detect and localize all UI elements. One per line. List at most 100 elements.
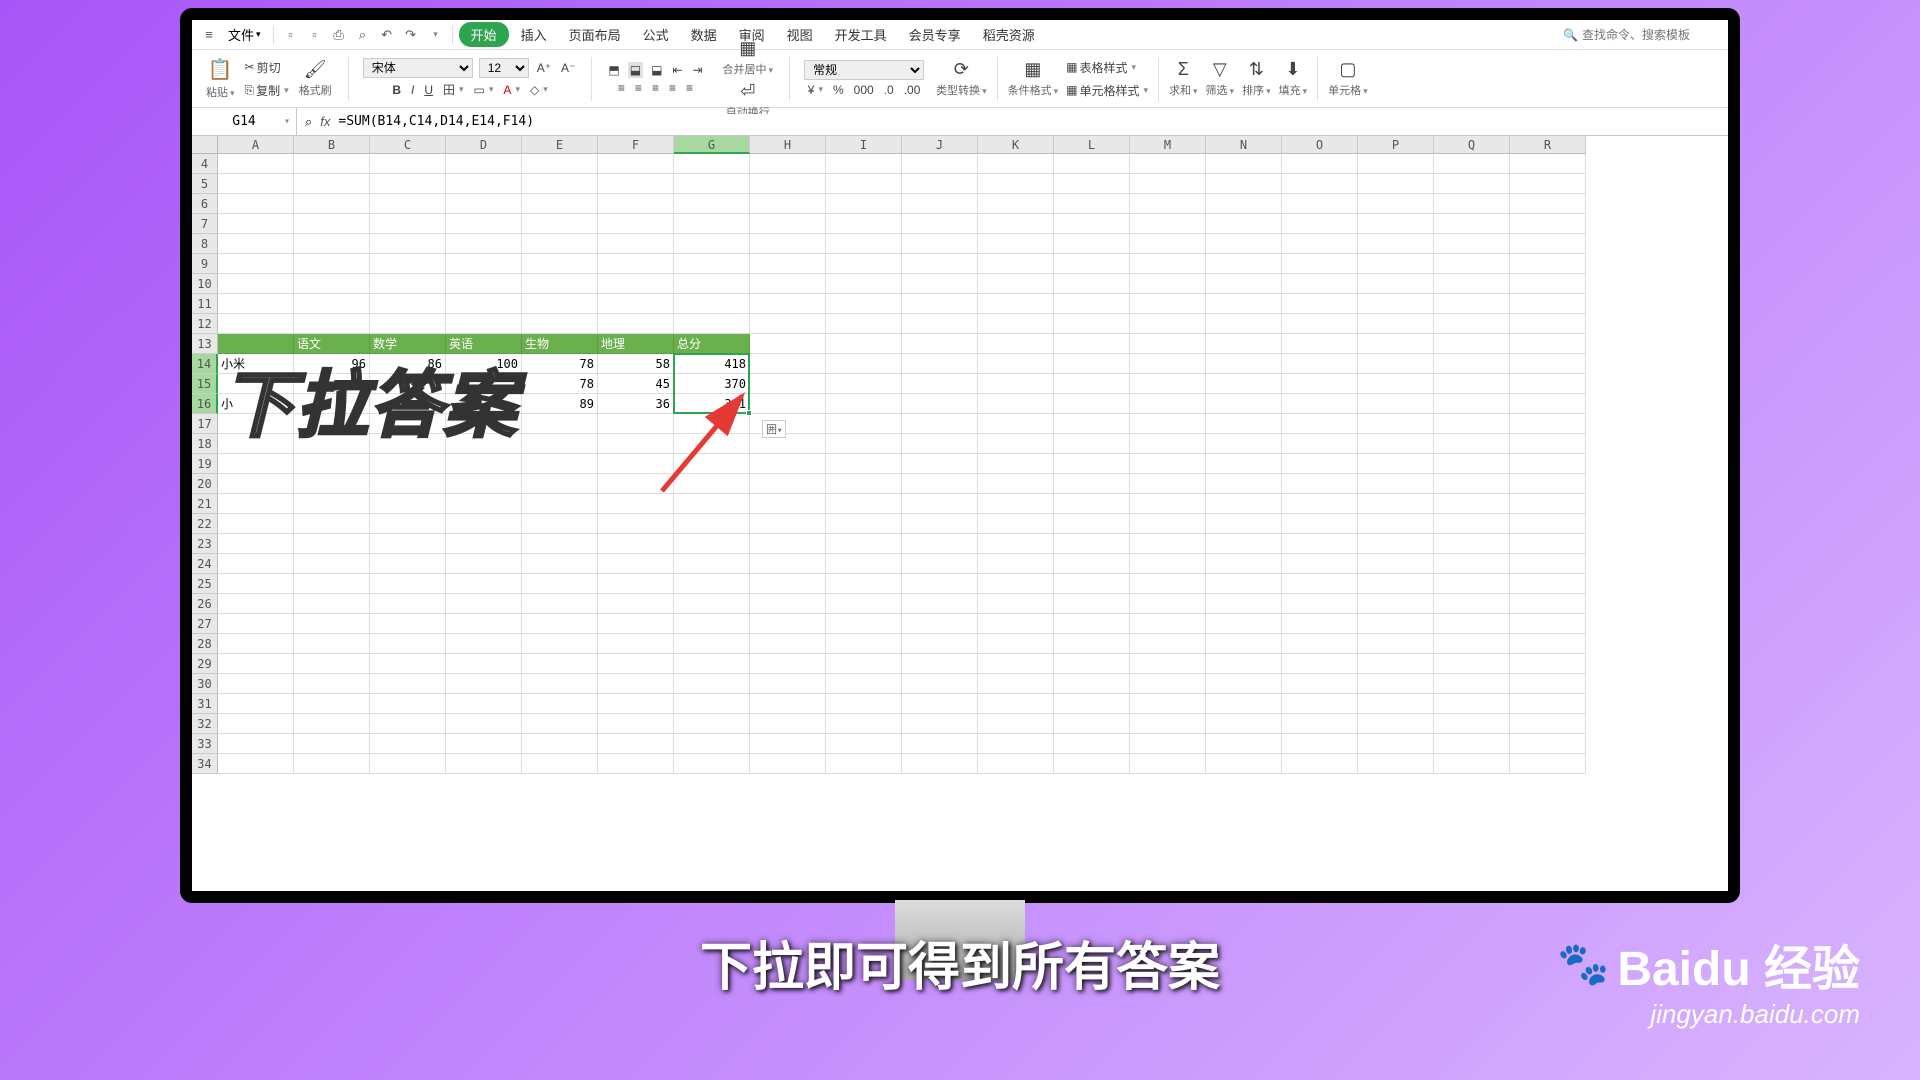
cell-R13[interactable] xyxy=(1510,334,1586,354)
col-header-E[interactable]: E xyxy=(522,136,598,154)
cell-Q20[interactable] xyxy=(1434,474,1510,494)
cell-G13[interactable]: 总分 xyxy=(674,334,750,354)
name-box[interactable]: G14 xyxy=(192,108,297,135)
col-header-H[interactable]: H xyxy=(750,136,826,154)
cell-F6[interactable] xyxy=(598,194,674,214)
cell-Q16[interactable] xyxy=(1434,394,1510,414)
cell-N26[interactable] xyxy=(1206,594,1282,614)
cell-N27[interactable] xyxy=(1206,614,1282,634)
cell-R14[interactable] xyxy=(1510,354,1586,374)
cell-O22[interactable] xyxy=(1282,514,1358,534)
paste-button[interactable]: 📋 粘贴 xyxy=(204,56,237,101)
cell-G24[interactable] xyxy=(674,554,750,574)
cell-I4[interactable] xyxy=(826,154,902,174)
cell-O11[interactable] xyxy=(1282,294,1358,314)
cell-J5[interactable] xyxy=(902,174,978,194)
cell-E6[interactable] xyxy=(522,194,598,214)
cell-J13[interactable] xyxy=(902,334,978,354)
col-header-A[interactable]: A xyxy=(218,136,294,154)
cell-R5[interactable] xyxy=(1510,174,1586,194)
col-header-C[interactable]: C xyxy=(370,136,446,154)
file-menu[interactable]: 文件▾ xyxy=(222,23,267,46)
cell-A26[interactable] xyxy=(218,594,294,614)
cell-B9[interactable] xyxy=(294,254,370,274)
cell-J33[interactable] xyxy=(902,734,978,754)
cell-P8[interactable] xyxy=(1358,234,1434,254)
cell-I7[interactable] xyxy=(826,214,902,234)
cell-J20[interactable] xyxy=(902,474,978,494)
cell-L17[interactable] xyxy=(1054,414,1130,434)
cell-F21[interactable] xyxy=(598,494,674,514)
cell-B7[interactable] xyxy=(294,214,370,234)
fill-button[interactable]: ⬇ 填充 xyxy=(1277,58,1310,99)
cell-M15[interactable] xyxy=(1130,374,1206,394)
cell-P29[interactable] xyxy=(1358,654,1434,674)
distribute-button[interactable]: ≡ xyxy=(684,80,695,96)
cell-E5[interactable] xyxy=(522,174,598,194)
cell-A28[interactable] xyxy=(218,634,294,654)
cell-K6[interactable] xyxy=(978,194,1054,214)
cell-Q25[interactable] xyxy=(1434,574,1510,594)
autofill-options-button[interactable]: 囲▾ xyxy=(762,420,786,438)
cell-B21[interactable] xyxy=(294,494,370,514)
cell-A20[interactable] xyxy=(218,474,294,494)
cell-B5[interactable] xyxy=(294,174,370,194)
cell-E28[interactable] xyxy=(522,634,598,654)
thousands-button[interactable]: 000 xyxy=(852,82,876,98)
cell-O7[interactable] xyxy=(1282,214,1358,234)
cell-G12[interactable] xyxy=(674,314,750,334)
cell-P31[interactable] xyxy=(1358,694,1434,714)
row-header-24[interactable]: 24 xyxy=(192,554,218,574)
cell-H9[interactable] xyxy=(750,254,826,274)
cell-K24[interactable] xyxy=(978,554,1054,574)
cell-P21[interactable] xyxy=(1358,494,1434,514)
cell-L7[interactable] xyxy=(1054,214,1130,234)
row-header-26[interactable]: 26 xyxy=(192,594,218,614)
col-header-B[interactable]: B xyxy=(294,136,370,154)
cell-P28[interactable] xyxy=(1358,634,1434,654)
row-header-18[interactable]: 18 xyxy=(192,434,218,454)
cell-J4[interactable] xyxy=(902,154,978,174)
cell-P17[interactable] xyxy=(1358,414,1434,434)
align-bottom-button[interactable]: ⬓ xyxy=(649,62,664,78)
cell-O33[interactable] xyxy=(1282,734,1358,754)
cell-O12[interactable] xyxy=(1282,314,1358,334)
cell-J10[interactable] xyxy=(902,274,978,294)
cell-B19[interactable] xyxy=(294,454,370,474)
cell-H4[interactable] xyxy=(750,154,826,174)
cell-K8[interactable] xyxy=(978,234,1054,254)
cell-I17[interactable] xyxy=(826,414,902,434)
cell-L21[interactable] xyxy=(1054,494,1130,514)
cell-B27[interactable] xyxy=(294,614,370,634)
align-center-button[interactable]: ≡ xyxy=(633,80,644,96)
cell-F15[interactable]: 45 xyxy=(598,374,674,394)
cell-P23[interactable] xyxy=(1358,534,1434,554)
cell-G23[interactable] xyxy=(674,534,750,554)
cell-D24[interactable] xyxy=(446,554,522,574)
cell-I13[interactable] xyxy=(826,334,902,354)
cell-K22[interactable] xyxy=(978,514,1054,534)
cell-K32[interactable] xyxy=(978,714,1054,734)
cell-M27[interactable] xyxy=(1130,614,1206,634)
cell-P5[interactable] xyxy=(1358,174,1434,194)
cell-E7[interactable] xyxy=(522,214,598,234)
row-header-21[interactable]: 21 xyxy=(192,494,218,514)
cell-L13[interactable] xyxy=(1054,334,1130,354)
cell-L5[interactable] xyxy=(1054,174,1130,194)
row-header-27[interactable]: 27 xyxy=(192,614,218,634)
cell-C29[interactable] xyxy=(370,654,446,674)
cell-Q19[interactable] xyxy=(1434,454,1510,474)
cell-A32[interactable] xyxy=(218,714,294,734)
cell-O25[interactable] xyxy=(1282,574,1358,594)
cell-E12[interactable] xyxy=(522,314,598,334)
cell-C4[interactable] xyxy=(370,154,446,174)
tab-view[interactable]: 视图 xyxy=(777,21,823,48)
cell-M20[interactable] xyxy=(1130,474,1206,494)
cell-C34[interactable] xyxy=(370,754,446,774)
cell-K31[interactable] xyxy=(978,694,1054,714)
cell-F25[interactable] xyxy=(598,574,674,594)
cell-L4[interactable] xyxy=(1054,154,1130,174)
cell-B23[interactable] xyxy=(294,534,370,554)
cell-Q32[interactable] xyxy=(1434,714,1510,734)
cell-O28[interactable] xyxy=(1282,634,1358,654)
